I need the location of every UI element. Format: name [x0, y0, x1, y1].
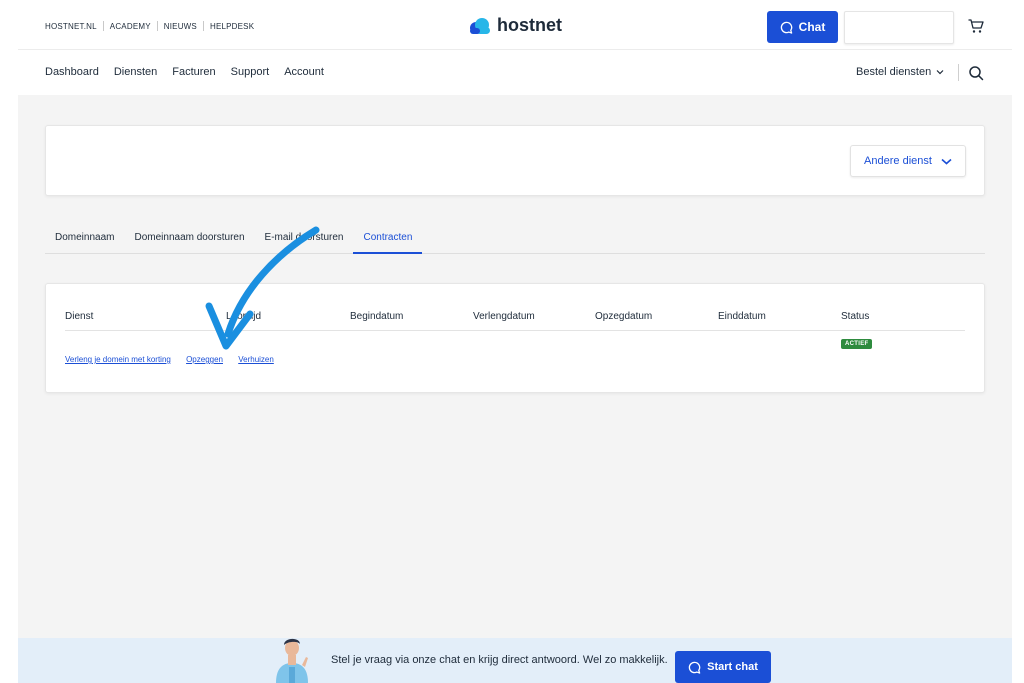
start-chat-button[interactable]: Start chat [675, 651, 771, 683]
hostnet-logo[interactable]: hostnet [468, 15, 562, 36]
andere-dienst-label: Andere dienst [864, 155, 932, 167]
nav-links: Dashboard Diensten Facturen Support Acco… [45, 66, 324, 78]
chat-bubble-icon [688, 661, 701, 674]
utility-link-academy[interactable]: ACADEMY [104, 22, 157, 31]
service-card: Andere dienst [45, 125, 985, 196]
opzeggen-link[interactable]: Opzeggen [186, 355, 223, 364]
bestel-diensten-label: Bestel diensten [856, 66, 932, 78]
divider [958, 64, 959, 81]
verhuizen-link[interactable]: Verhuizen [238, 355, 274, 364]
utility-link-hostnet[interactable]: HOSTNET.NL [45, 22, 103, 31]
tab-email-doorsturen[interactable]: E-mail doorsturen [255, 223, 354, 254]
support-agent-illustration [276, 638, 308, 683]
page-frame: HOSTNET.NL ACADEMY NIEUWS HELPDESK hostn… [18, 4, 1012, 683]
column-header-opzegdatum: Opzegdatum [595, 311, 653, 322]
start-chat-label: Start chat [707, 661, 758, 673]
contracts-card: Dienst Looptijd Begindatum Verlengdatum … [45, 283, 985, 393]
utility-link-nieuws[interactable]: NIEUWS [158, 22, 203, 31]
column-header-looptijd: Looptijd [226, 311, 262, 322]
nav-item-support[interactable]: Support [231, 66, 270, 78]
utility-link-helpdesk[interactable]: HELPDESK [204, 22, 260, 31]
chat-button[interactable]: Chat [767, 11, 838, 43]
cart-icon[interactable] [968, 18, 984, 34]
tab-domeinnaam-doorsturen[interactable]: Domeinnaam doorsturen [124, 223, 254, 254]
column-header-einddatum: Einddatum [718, 311, 766, 322]
top-bar: HOSTNET.NL ACADEMY NIEUWS HELPDESK hostn… [18, 4, 1012, 50]
andere-dienst-dropdown[interactable]: Andere dienst [850, 145, 966, 177]
tab-domeinnaam[interactable]: Domeinnaam [45, 223, 124, 254]
column-header-begindatum: Begindatum [350, 311, 404, 322]
nav-item-dashboard[interactable]: Dashboard [45, 66, 99, 78]
search-icon[interactable] [968, 65, 984, 81]
cloud-logo-icon [470, 17, 490, 34]
main-nav: Dashboard Diensten Facturen Support Acco… [18, 50, 1012, 95]
utility-links: HOSTNET.NL ACADEMY NIEUWS HELPDESK [45, 21, 260, 31]
nav-item-diensten[interactable]: Diensten [114, 66, 157, 78]
column-header-dienst: Dienst [65, 311, 94, 322]
nav-item-account[interactable]: Account [284, 66, 324, 78]
row-actions: Verleng je domein met korting Opzeggen V… [65, 355, 287, 364]
chevron-down-icon [936, 70, 944, 75]
service-tabs: Domeinnaam Domeinnaam doorsturen E-mail … [45, 223, 985, 254]
chat-footer-bar: Stel je vraag via onze chat en krijg dir… [18, 638, 1012, 683]
nav-item-facturen[interactable]: Facturen [172, 66, 215, 78]
chat-button-label: Chat [798, 20, 826, 34]
chat-bubble-icon [780, 21, 792, 34]
bestel-diensten-menu[interactable]: Bestel diensten [856, 66, 944, 78]
column-header-status: Status [841, 311, 870, 322]
status-badge: ACTIEF [841, 339, 873, 349]
footer-chat-text: Stel je vraag via onze chat en krijg dir… [331, 654, 668, 666]
table-header: Dienst Looptijd Begindatum Verlengdatum … [65, 311, 965, 331]
column-header-verlengdatum: Verlengdatum [473, 311, 535, 322]
account-box[interactable] [844, 11, 954, 44]
chevron-down-icon [941, 158, 952, 165]
verleng-link[interactable]: Verleng je domein met korting [65, 355, 171, 364]
tab-contracten[interactable]: Contracten [353, 223, 423, 254]
logo-text: hostnet [497, 15, 562, 35]
